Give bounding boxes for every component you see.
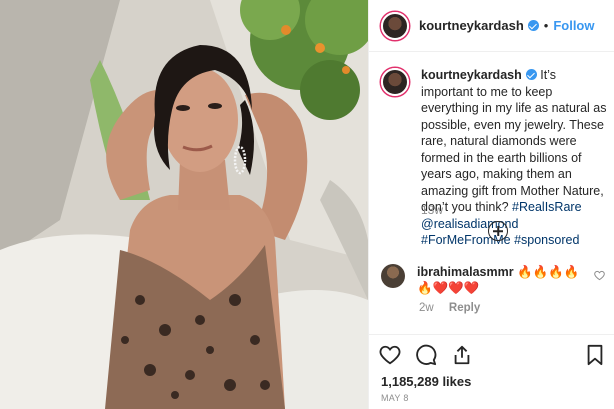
commenter-username[interactable]: ibrahimalasmmr	[417, 265, 514, 279]
reply-button[interactable]: Reply	[449, 302, 480, 314]
post-date: MAY 8	[381, 393, 409, 403]
caption-text: It’s important to me to keep everything …	[421, 68, 607, 214]
comment-body: ibrahimalasmmr 🔥🔥🔥🔥🔥❤️❤️❤️	[417, 264, 585, 296]
caption-username[interactable]: kourtneykardash	[421, 68, 522, 82]
load-more-comments-plus-circle-icon[interactable]	[488, 221, 508, 241]
bookmark-icon[interactable]	[585, 344, 605, 366]
comments-section[interactable]: kourtneykardash It’s important to me to …	[369, 53, 614, 333]
follow-button[interactable]: Follow	[553, 18, 594, 33]
post-actions: 1,185,289 likes MAY 8	[369, 334, 614, 409]
share-icon[interactable]	[451, 344, 473, 366]
heart-icon[interactable]	[379, 344, 401, 366]
post-side-panel: kourtneykardash • Follow kourtneykardash…	[368, 0, 614, 409]
comment-item: ibrahimalasmmr 🔥🔥🔥🔥🔥❤️❤️❤️	[381, 264, 611, 296]
photo-illustration	[0, 0, 368, 409]
header-separator: •	[543, 18, 549, 33]
post-photo[interactable]	[0, 0, 368, 409]
post-header: kourtneykardash • Follow	[369, 0, 614, 52]
commenter-avatar[interactable]	[381, 264, 405, 288]
verified-badge-icon	[527, 20, 539, 31]
comment-timestamp: 2w	[419, 302, 434, 314]
verified-badge-icon	[525, 69, 537, 80]
caption-body: kourtneykardash It’s important to me to …	[421, 67, 607, 249]
caption-timestamp: 13w	[421, 203, 444, 217]
comment-icon[interactable]	[415, 344, 437, 366]
action-icons	[379, 344, 473, 366]
comment-meta: 2w Reply	[419, 302, 480, 314]
author-avatar[interactable]	[381, 11, 409, 40]
author-username[interactable]: kourtneykardash	[419, 18, 524, 33]
likes-count[interactable]: 1,185,289 likes	[381, 374, 471, 389]
comment-like-heart-icon[interactable]	[594, 268, 605, 286]
caption-author-avatar[interactable]	[381, 68, 409, 96]
